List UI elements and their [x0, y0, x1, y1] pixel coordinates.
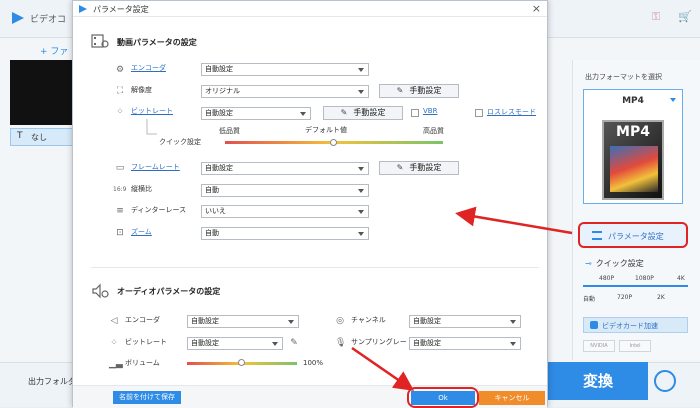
high-quality-label: 高品質	[423, 127, 444, 135]
audio-section-title: オーディオパラメータの設定	[117, 287, 221, 296]
vbr-checkbox[interactable]	[411, 109, 419, 117]
vbr-label[interactable]: VBR	[423, 107, 437, 115]
key-icon[interactable]: ⚿	[652, 10, 660, 24]
bitrate-manual-button[interactable]: ✎ 手動設定	[323, 106, 403, 120]
pencil-icon: ✎	[396, 86, 404, 95]
gpu-acceleration-button[interactable]: ビデオカード加速	[583, 317, 688, 333]
convert-button[interactable]: 変換	[548, 362, 648, 400]
default-value-label: デフォルト値	[305, 126, 347, 134]
volume-slider-handle[interactable]	[238, 359, 245, 366]
samplerate-label: サンプリングレート	[351, 338, 414, 346]
encoder-select[interactable]: 自動設定	[201, 63, 369, 76]
mp4-format-icon: MP4	[602, 120, 664, 200]
dialog-title: パラメータ設定	[93, 5, 149, 14]
channel-label: チャンネル	[351, 316, 386, 324]
channel-icon: ◎	[336, 316, 344, 326]
gear-icon: ⚙	[115, 65, 125, 75]
gpu-brands: NVIDIA Intel	[583, 340, 651, 352]
pencil-icon[interactable]: ✎	[289, 338, 299, 348]
close-icon[interactable]: ×	[532, 2, 541, 15]
framerate-select[interactable]: 自動設定	[201, 162, 369, 175]
quick-level-bottom-1: 自動	[583, 296, 596, 303]
low-quality-label: 低品質	[219, 127, 240, 135]
audio-settings-icon	[92, 283, 109, 299]
video-section-title: 動画パラメータの設定	[117, 38, 197, 47]
volume-bars-icon: ▁▃	[109, 359, 123, 369]
aspect-ratio-icon: 16:9	[113, 186, 127, 193]
chevron-down-icon[interactable]	[670, 98, 676, 102]
lossless-checkbox[interactable]	[475, 109, 483, 117]
bitrate-label[interactable]: ビットレート	[131, 106, 173, 116]
cart-icon[interactable]: 🛒	[678, 10, 692, 24]
quick-level-bottom-3: 2K	[657, 294, 665, 301]
resolution-manual-button[interactable]: ✎ 手動設定	[379, 84, 459, 98]
add-files-button[interactable]: + ファ	[40, 44, 68, 57]
text-icon: T	[17, 131, 23, 141]
dots-icon: ⁘	[110, 338, 118, 348]
format-name: MP4	[622, 96, 644, 106]
quick-level-bottom-2: 720P	[617, 294, 633, 301]
volume-label: ボリューム	[125, 359, 160, 367]
save-as-button[interactable]: 名前を付けて保存	[113, 391, 181, 404]
app-title: ビデオコ	[30, 15, 67, 25]
channel-select[interactable]: 自動設定	[409, 315, 521, 328]
audio-bitrate-label: ビットレート	[125, 338, 167, 346]
pencil-icon: ✎	[396, 163, 404, 172]
quick-level-top-3: 4K	[677, 275, 685, 282]
audio-bitrate-select[interactable]: 自動設定	[187, 337, 283, 350]
volume-percent: 100%	[303, 359, 324, 367]
framerate-manual-button[interactable]: ✎ 手動設定	[379, 161, 459, 175]
speaker-icon: ◁	[110, 316, 118, 326]
zoom-select[interactable]: 自動	[201, 227, 369, 240]
parameter-settings-dialog: パラメータ設定 × 動画パラメータの設定 ⚙ エンコーダ 自動設定 ⛶ 解像度 …	[72, 0, 548, 408]
parameter-settings-button[interactable]: パラメータ設定	[578, 222, 688, 248]
zoom-label[interactable]: ズーム	[131, 227, 152, 237]
quick-setting-label: クイック設定	[159, 138, 201, 146]
deinterlace-label: ディンターレース	[131, 206, 187, 214]
framerate-label[interactable]: フレームレート	[131, 162, 180, 172]
bracket-connector	[146, 119, 157, 135]
bitrate-select[interactable]: 自動設定	[201, 107, 311, 120]
chip-icon	[590, 321, 598, 329]
quick-setting-title: ⊸ クイック設定	[585, 259, 644, 268]
cancel-button[interactable]: キャンセル	[479, 391, 545, 405]
format-card[interactable]: MP4 MP4	[583, 89, 683, 204]
audio-encoder-label: エンコーダ	[125, 316, 160, 324]
video-preview	[10, 60, 80, 125]
quick-level-top-1: 480P	[599, 275, 615, 282]
encoder-label[interactable]: エンコーダ	[131, 63, 166, 73]
output-format-title: 出力フォーマットを選択	[585, 73, 662, 81]
intel-badge: Intel	[619, 340, 651, 352]
crop-icon: ⊡	[116, 228, 124, 238]
video-settings-icon	[91, 34, 109, 48]
slider-icon: ⊸	[585, 259, 592, 268]
quality-slider-handle[interactable]	[330, 139, 337, 146]
output-folder-label: 出力フォルダ	[28, 377, 76, 386]
resolution-label: 解像度	[131, 86, 152, 94]
lines-icon: ≡	[116, 206, 124, 216]
quick-level-top-2: 1080P	[635, 275, 654, 282]
dots-icon: ⁘	[116, 107, 124, 117]
ok-highlight-ring	[407, 387, 479, 408]
output-format-panel: 出力フォーマットを選択 MP4 MP4 パラメータ設定 ⊸ クイック設定 480P…	[572, 60, 700, 360]
resolution-select[interactable]: オリジナル	[201, 85, 369, 98]
audio-encoder-select[interactable]: 自動設定	[187, 315, 299, 328]
section-divider	[91, 267, 539, 268]
top-icons: ⚿ 🛒	[652, 10, 692, 24]
samplerate-select[interactable]: 自動設定	[409, 337, 521, 350]
pencil-icon: ✎	[340, 108, 348, 117]
deinterlace-select[interactable]: いいえ	[201, 205, 369, 218]
film-icon: ▭	[115, 163, 125, 173]
sliders-icon	[592, 231, 602, 240]
resize-icon: ⛶	[116, 86, 124, 96]
alarm-clock-icon[interactable]	[654, 370, 676, 392]
aspect-label: 縦横比	[131, 185, 152, 193]
nvidia-badge: NVIDIA	[583, 340, 615, 352]
aspect-select[interactable]: 自動	[201, 184, 369, 197]
subtitle-select[interactable]: T なし	[10, 128, 80, 146]
lossless-label[interactable]: ロスレスモード	[487, 107, 536, 117]
quick-setting-slider[interactable]	[583, 285, 688, 287]
microphone-icon: 🎙	[335, 338, 347, 348]
